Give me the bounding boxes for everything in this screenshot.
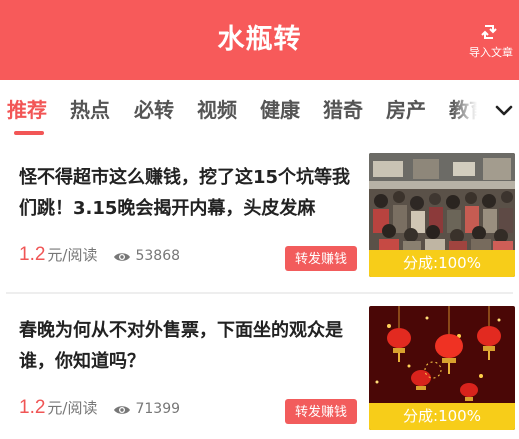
article-meta: 1.2 元/阅读 71399: [19, 397, 180, 423]
tab-video[interactable]: 视频: [197, 95, 237, 125]
share-earn-button[interactable]: 转发赚钱: [285, 399, 357, 424]
share-ratio-badge: 分成:100%: [369, 403, 515, 430]
share-ratio-badge: 分成:100%: [369, 250, 515, 277]
tab-must-share[interactable]: 必转: [134, 95, 174, 125]
eye-icon: [114, 406, 131, 414]
view-count: 71399: [135, 401, 181, 417]
app-title: 水瓶转: [217, 24, 302, 55]
category-tabs: 推荐 热点 必转 视频 健康 猎奇 房产 教育: [0, 80, 519, 142]
share-earn-button[interactable]: 转发赚钱: [285, 246, 357, 271]
app-header: 水瓶转 导入文章: [0, 0, 519, 80]
active-tab-indicator: [14, 131, 44, 135]
import-article-button[interactable]: 导入文章: [459, 22, 519, 66]
article-item[interactable]: 春晚为何从不对外售票，下面坐的观众是谁，你知道吗？ 1.2 元/阅读 71399…: [0, 306, 519, 439]
import-icon: [481, 25, 497, 39]
article-meta: 1.2 元/阅读 53868: [19, 244, 180, 270]
tab-recommend[interactable]: 推荐: [7, 95, 47, 125]
divider: [6, 292, 513, 294]
eye-icon: [114, 253, 131, 261]
price-unit: 元/阅读: [47, 399, 98, 417]
more-tabs-button[interactable]: [488, 80, 519, 142]
article-item[interactable]: 怪不得超市这么赚钱，挖了这15个坑等我们跳！3.15晚会揭开内幕，头皮发麻 1.…: [0, 153, 519, 305]
tab-health[interactable]: 健康: [260, 95, 300, 125]
chevron-down-icon: [495, 105, 512, 116]
price-unit: 元/阅读: [47, 246, 98, 264]
article-thumbnail[interactable]: 分成:100%: [369, 306, 515, 430]
import-label: 导入文章: [469, 46, 513, 59]
tab-curiosity[interactable]: 猎奇: [323, 95, 363, 125]
tab-real-estate[interactable]: 房产: [386, 95, 426, 125]
price-per-read: 1.2: [19, 244, 46, 265]
tab-hot[interactable]: 热点: [70, 95, 110, 125]
price-per-read: 1.2: [19, 397, 46, 418]
article-title[interactable]: 春晚为何从不对外售票，下面坐的观众是谁，你知道吗？: [19, 315, 364, 377]
article-title[interactable]: 怪不得超市这么赚钱，挖了这15个坑等我们跳！3.15晚会揭开内幕，头皮发麻: [19, 162, 364, 224]
article-thumbnail[interactable]: 分成:100%: [369, 153, 515, 277]
tabs-fade: [452, 80, 488, 142]
view-count: 53868: [135, 248, 181, 264]
